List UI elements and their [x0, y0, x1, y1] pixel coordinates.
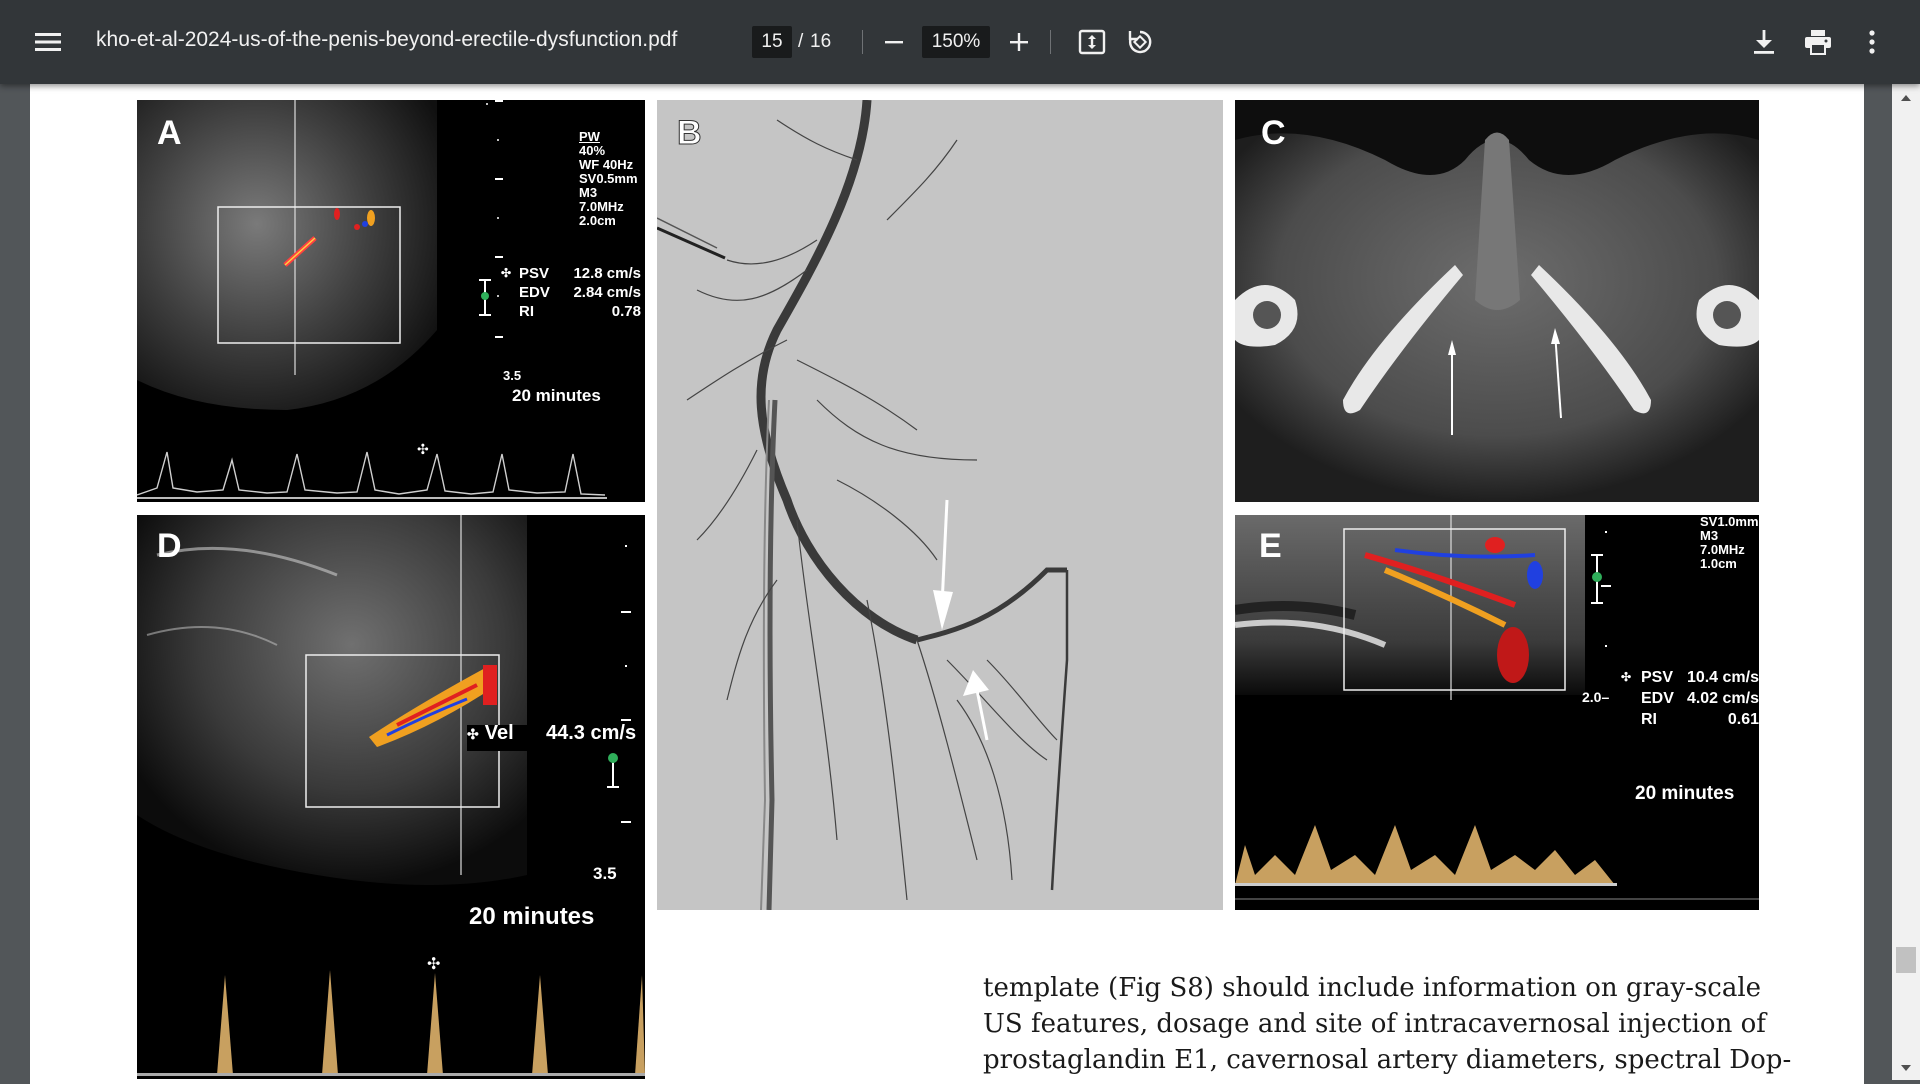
scrollbar-thumb[interactable] [1896, 947, 1916, 973]
time-label-d: 20 minutes [469, 903, 595, 930]
document-title: kho-et-al-2024-us-of-the-penis-beyond-er… [96, 28, 678, 51]
text-line: US features, dosage and site of intracav… [983, 1009, 1766, 1039]
text-line: prostaglandin E1, cavernosal artery diam… [983, 1045, 1792, 1075]
panel-letter-c: C [1261, 114, 1286, 152]
more-options-button[interactable] [1854, 24, 1890, 60]
measurements-a: ✣ PSV 12.8 cm/s EDV 2.84 cm/s RI 0.78 [501, 265, 641, 320]
time-label-e: 20 minutes [1635, 783, 1735, 804]
hamburger-icon[interactable] [30, 24, 66, 60]
scan-params-a: 40% WF 40Hz SV0.5mm M3 7.0MHz 2.0cm [579, 143, 638, 228]
scroll-up-icon[interactable] [1892, 88, 1920, 108]
scan-params-e: SV1.0mm M3 7.0MHz 1.0cm [1700, 515, 1759, 571]
download-button[interactable] [1746, 24, 1782, 60]
depth-label-a: 3.5 [503, 368, 522, 383]
download-icon [1754, 30, 1774, 54]
svg-text:✣: ✣ [417, 441, 429, 457]
zoom-in-button[interactable] [1003, 26, 1035, 58]
svg-text:✣: ✣ [427, 956, 440, 973]
minus-icon [885, 41, 903, 44]
panel-letter-d: D [157, 527, 182, 565]
more-vert-icon [1869, 30, 1875, 54]
zoom-out-button[interactable] [878, 26, 910, 58]
time-label-a: 20 minutes [512, 386, 601, 405]
text-line: template (Fig S8) should include informa… [983, 973, 1762, 1003]
measurements-e: ✣ PSV 10.4 cm/s EDV 4.02 cm/s RI 0.61 [1621, 669, 1759, 728]
velocity-readout: ✣ Vel [467, 722, 514, 744]
figure-panel-d: ✣ D ✣ Vel 44.3 cm/s 3.5 20 minutes [137, 515, 645, 1079]
pdf-toolbar: kho-et-al-2024-us-of-the-penis-beyond-er… [0, 0, 1920, 84]
fit-page-icon [1078, 29, 1106, 55]
rotate-button[interactable] [1122, 24, 1158, 60]
ultrasound-image-d: ✣ [137, 515, 645, 1076]
panel-letter-b: B [677, 114, 703, 153]
toolbar-divider [862, 30, 863, 54]
depth-label-d: 3.5 [593, 864, 617, 883]
panel-letter-a: A [157, 114, 182, 152]
panel-letter-e: E [1259, 527, 1282, 565]
body-paragraph: template (Fig S8) should include informa… [983, 970, 1792, 1078]
print-button[interactable] [1800, 24, 1836, 60]
fit-page-button[interactable] [1074, 24, 1110, 60]
depth-label-e: 2.0– [1582, 689, 1610, 705]
page-separator: / [798, 31, 804, 52]
figure-panel-a: ✣ A PW 40% WF 40Hz SV0.5mm M3 7.0MHz 2.0… [137, 100, 645, 502]
figure-panel-c: C [1235, 100, 1759, 502]
page-total: 16 [810, 31, 832, 52]
pdf-page: ✣ A PW 40% WF 40Hz SV0.5mm M3 7.0MHz 2.0… [30, 84, 1864, 1084]
figure-panel-b: B [657, 100, 1223, 910]
toolbar-divider [1050, 30, 1051, 54]
velocity-value: 44.3 cm/s [546, 722, 637, 744]
angiography-image-b [657, 100, 1223, 910]
vertical-scrollbar[interactable] [1892, 84, 1920, 1080]
figure-panel-e: E SV1.0mm M3 7.0MHz 1.0cm ✣ PSV 10.4 cm/s … [1235, 515, 1759, 910]
plus-icon [1010, 33, 1028, 51]
ct-image-c [1235, 100, 1759, 502]
scroll-down-icon[interactable] [1892, 1058, 1920, 1078]
pw-mode-label: PW [579, 129, 600, 144]
rotate-icon [1128, 30, 1152, 54]
zoom-level-input[interactable]: 150% [922, 26, 990, 58]
print-icon [1805, 30, 1831, 55]
page-number-input[interactable]: 15 [752, 26, 792, 58]
